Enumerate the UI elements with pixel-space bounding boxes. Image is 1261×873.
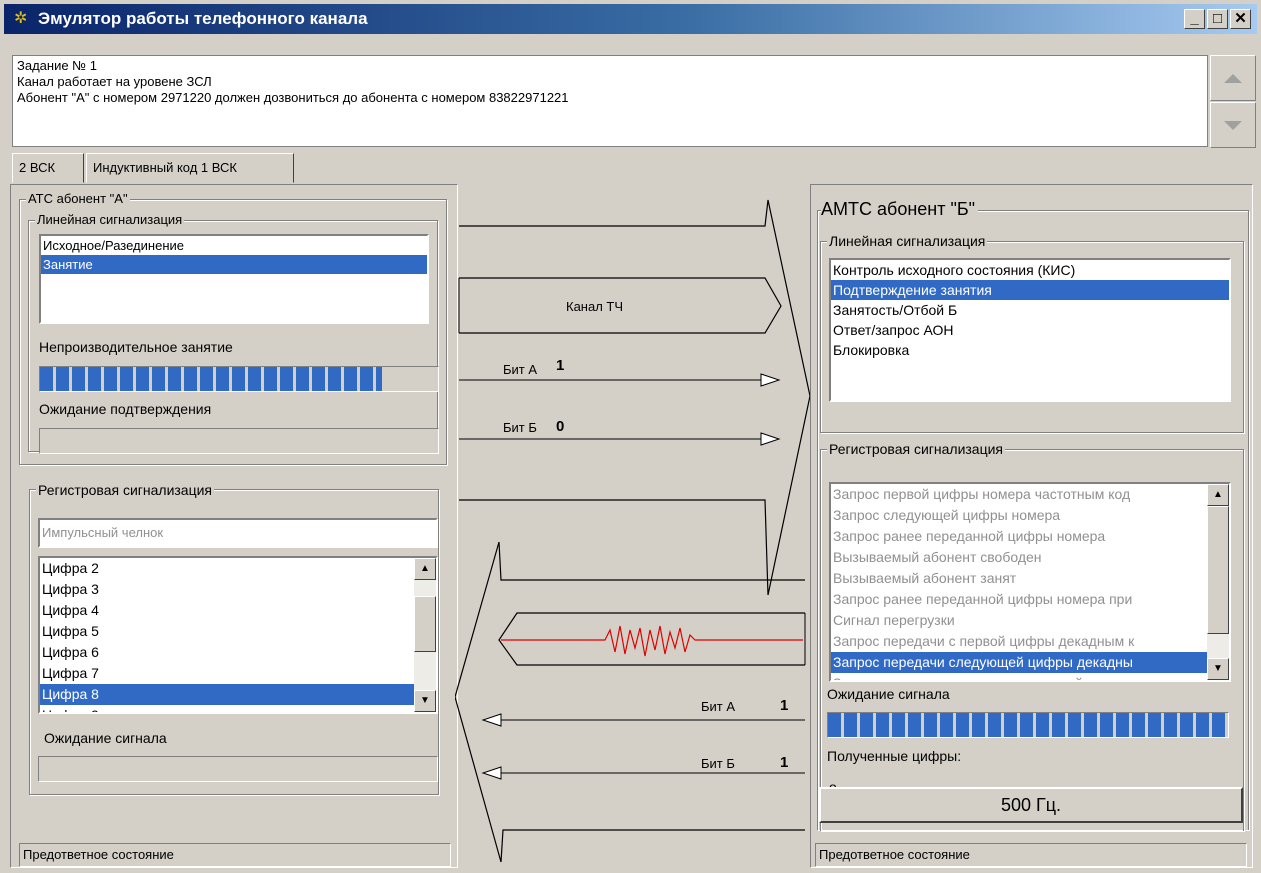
wait-confirm-progress xyxy=(39,428,439,454)
list-item[interactable]: Контроль исходного состояния (КИС) xyxy=(831,260,1229,280)
amts-b-group: Линейная сигнализация Контроль исходного… xyxy=(817,210,1249,831)
forward-bit-b-value: 0 xyxy=(556,418,565,435)
list-item[interactable]: Исходное/Разединение xyxy=(41,236,427,255)
list-item[interactable]: Занятость/Отбой Б xyxy=(831,300,1229,320)
right-register-scrollbar[interactable]: ▲ ▼ xyxy=(1207,484,1229,680)
right-line-signaling-list[interactable]: Контроль исходного состояния (КИС) Подтв… xyxy=(829,258,1231,402)
list-item[interactable]: Запрос передачи следующей цифры декадны xyxy=(831,652,1229,673)
list-item[interactable]: Цифра 6 xyxy=(40,642,436,663)
task-scroll-up-button[interactable] xyxy=(1210,55,1256,101)
progress-fill xyxy=(40,367,383,391)
task-line: Абонент "А" с номером 2971220 должен доз… xyxy=(17,90,569,105)
list-item[interactable]: Цифра 5 xyxy=(40,621,436,642)
title-bar: ✲ Эмулятор работы телефонного канала _ □… xyxy=(4,4,1257,34)
ats-a-group: АТС абонент "А" Линейная сигнализация Ис… xyxy=(19,191,447,465)
right-line-signaling-group: Линейная сигнализация Контроль исходного… xyxy=(820,233,1244,433)
wait-signal-label: Ожидание сигнала xyxy=(44,730,167,746)
right-status: Предответное состояние xyxy=(815,843,1247,867)
frequency-button[interactable]: 500 Гц. xyxy=(819,787,1243,823)
main-window: ✲ Эмулятор работы телефонного канала _ □… xyxy=(0,0,1261,873)
backward-bit-a-value: 1 xyxy=(780,697,789,714)
list-item[interactable]: Запрос ранее переданной цифры номера xyxy=(831,526,1229,547)
right-wait-signal-label: Ожидание сигнала xyxy=(827,686,950,702)
list-item[interactable]: Цифра 8 xyxy=(40,684,436,705)
channel-diagram xyxy=(455,199,811,863)
list-item[interactable]: Блокировка xyxy=(831,340,1229,360)
line-signaling-group: Линейная сигнализация Исходное/Разединен… xyxy=(28,212,439,454)
task-scroll-down-button[interactable] xyxy=(1210,102,1256,148)
right-register-group: Регистровая сигнализация Запрос первой ц… xyxy=(820,441,1244,831)
chevron-up-icon xyxy=(1224,74,1242,83)
backward-bit-a-label: Бит А xyxy=(701,699,736,714)
list-item[interactable]: Запрос повторения ранее переданной и зат… xyxy=(831,673,1229,680)
wait-signal-progress xyxy=(38,756,438,782)
nonproductive-label: Непроизводительное занятие xyxy=(39,339,233,355)
right-wait-signal-progress xyxy=(827,712,1229,738)
scrollbar-thumb[interactable] xyxy=(1207,506,1229,634)
maximize-button[interactable]: □ xyxy=(1207,9,1228,29)
line-signaling-list[interactable]: Исходное/Разединение Занятие xyxy=(39,234,429,324)
right-register-list[interactable]: Запрос первой цифры номера частотным код… xyxy=(829,482,1231,682)
list-item[interactable]: Ответ/запрос АОН xyxy=(831,320,1229,340)
received-digits-label: Полученные цифры: xyxy=(827,748,962,764)
scroll-up-arrow-icon[interactable]: ▲ xyxy=(1207,484,1229,506)
list-item[interactable]: Цифра 4 xyxy=(40,600,436,621)
right-panel: АМТС абонент "Б" Линейная сигнализация К… xyxy=(810,184,1253,868)
scroll-down-arrow-icon[interactable]: ▼ xyxy=(414,690,436,712)
list-item[interactable]: Цифра 3 xyxy=(40,579,436,600)
list-item[interactable]: Вызываемый абонент занят xyxy=(831,568,1229,589)
ats-a-title: АТС абонент "А" xyxy=(26,191,130,206)
tab-2vsk[interactable]: 2 ВСК xyxy=(12,153,84,183)
list-item[interactable]: Цифра 7 xyxy=(40,663,436,684)
list-item[interactable]: Запрос ранее переданной цифры номера при xyxy=(831,589,1229,610)
minimize-button[interactable]: _ xyxy=(1184,9,1205,29)
list-item[interactable]: Запрос первой цифры номера частотным код xyxy=(831,484,1229,505)
backward-bit-b-value: 1 xyxy=(780,754,789,771)
scrollbar-thumb[interactable] xyxy=(414,596,436,652)
digit-list-scrollbar[interactable]: ▲ ▼ xyxy=(414,558,436,712)
tab-inductive-code[interactable]: Индуктивный код 1 ВСК xyxy=(86,153,294,183)
scroll-down-arrow-icon[interactable]: ▼ xyxy=(1207,658,1229,680)
wait-confirm-label: Ожидание подтверждения xyxy=(39,401,212,417)
list-item[interactable]: Запрос передачи с первой цифры декадным … xyxy=(831,631,1229,652)
task-line: Канал работает на уровене ЗСЛ xyxy=(17,74,212,89)
backward-bit-b-label: Бит Б xyxy=(701,756,735,771)
digit-list[interactable]: Цифра 2 Цифра 3 Цифра 4 Цифра 5 Цифра 6 … xyxy=(38,556,438,714)
list-item[interactable]: Вызываемый абонент свободен xyxy=(831,547,1229,568)
nonproductive-progress xyxy=(39,366,439,392)
window-title: Эмулятор работы телефонного канала xyxy=(38,9,368,28)
list-item[interactable]: Занятие xyxy=(41,255,427,274)
right-register-title: Регистровая сигнализация xyxy=(827,441,1006,457)
register-mode-field[interactable]: Импульсный челнок xyxy=(38,518,438,548)
left-panel: АТС абонент "А" Линейная сигнализация Ис… xyxy=(10,184,458,868)
channel-label: Канал ТЧ xyxy=(566,299,624,314)
list-item[interactable]: Цифра 9 xyxy=(40,705,436,712)
line-signaling-title: Линейная сигнализация xyxy=(35,212,185,227)
list-item[interactable]: Запрос следующей цифры номера xyxy=(831,505,1229,526)
progress-fill xyxy=(828,713,1228,737)
close-button[interactable]: ✕ xyxy=(1230,9,1251,29)
list-item[interactable]: Подтверждение занятия xyxy=(831,280,1229,300)
forward-bit-a-value: 1 xyxy=(556,357,565,374)
chevron-down-icon xyxy=(1224,121,1242,130)
forward-bit-b-label: Бит Б xyxy=(503,420,537,435)
forward-bit-a-label: Бит А xyxy=(503,362,538,377)
scroll-up-arrow-icon[interactable]: ▲ xyxy=(414,558,436,580)
amts-b-title: АМТС абонент "Б" xyxy=(821,199,979,220)
right-line-signaling-title: Линейная сигнализация xyxy=(827,233,988,249)
task-description[interactable]: Задание № 1 Канал работает на уровене ЗС… xyxy=(12,55,1208,147)
register-signaling-group: Регистровая сигнализация Импульсный челн… xyxy=(29,482,439,795)
list-item[interactable]: Цифра 2 xyxy=(40,558,436,579)
list-item[interactable]: Сигнал перегрузки xyxy=(831,610,1229,631)
app-icon: ✲ xyxy=(14,10,28,27)
left-status: Предответное состояние xyxy=(19,843,451,867)
task-line: Задание № 1 xyxy=(17,58,97,73)
register-signaling-title: Регистровая сигнализация xyxy=(36,482,215,498)
